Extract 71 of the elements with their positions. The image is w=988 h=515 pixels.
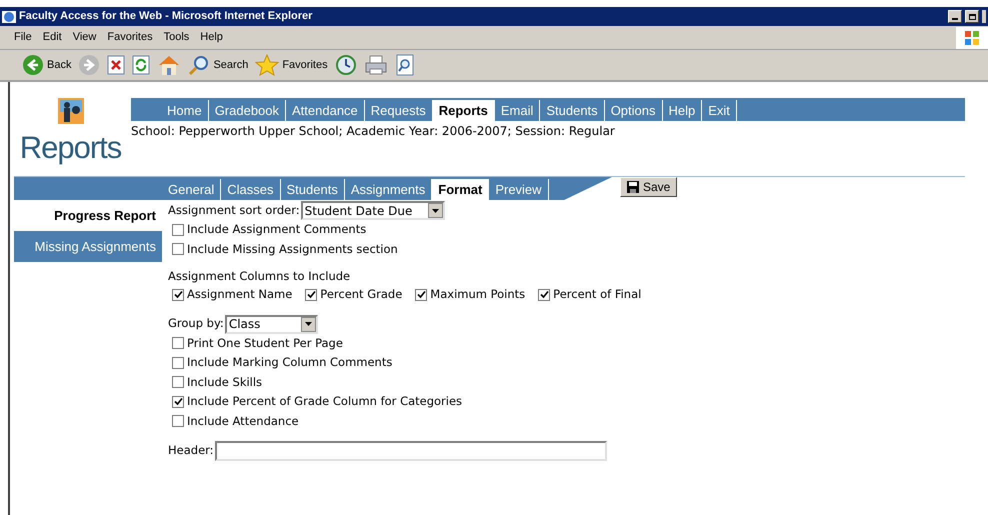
sidebar-item[interactable]: Missing Assignments (14, 231, 162, 262)
save-button[interactable]: Save (620, 177, 678, 197)
search-button[interactable]: Search (188, 54, 248, 76)
reports-logo-icon (58, 98, 84, 124)
checkbox-label: Maximum Points (430, 286, 526, 304)
nav-tab[interactable]: Attendance (286, 100, 365, 121)
nav-tab[interactable]: Help (662, 100, 702, 121)
page-title: Reports (20, 130, 122, 166)
window-title: Faculty Access for the Web - Microsoft Internet Explorer (19, 9, 314, 24)
refresh-icon[interactable] (132, 55, 150, 75)
sub-tab[interactable]: Students (280, 179, 345, 200)
checkbox-label: Percent of Final (553, 286, 642, 304)
checkbox[interactable] (172, 337, 184, 350)
checkbox[interactable] (538, 288, 550, 301)
star-icon[interactable] (255, 54, 280, 76)
nav-tab[interactable]: Email (494, 100, 540, 121)
checkbox[interactable] (172, 356, 184, 369)
checkbox[interactable] (415, 288, 428, 301)
nav-tab[interactable]: Students (540, 100, 605, 121)
checkbox-label: Include Skills (187, 374, 262, 391)
checkbox-label: Include Marking Column Comments (187, 354, 392, 372)
menu-item[interactable]: File (14, 29, 32, 46)
menu-item[interactable]: View (72, 29, 96, 46)
nav-tab[interactable]: Exit (702, 100, 737, 121)
nav-tab[interactable]: Reports (432, 100, 495, 121)
checkbox[interactable] (172, 396, 184, 408)
printer-icon[interactable] (364, 54, 388, 76)
sub-tab[interactable]: Preview (489, 179, 549, 200)
minimize-button[interactable] (948, 10, 962, 23)
checkbox[interactable] (172, 288, 184, 301)
checkbox-label: Assignment Name (187, 286, 292, 304)
menu-item[interactable]: Favorites (107, 29, 153, 46)
sub-tab[interactable]: Classes (221, 179, 280, 200)
browser-icon (2, 10, 16, 24)
sub-tab[interactable]: General (162, 179, 222, 200)
select-field[interactable]: Class (224, 314, 318, 334)
select-field[interactable]: Student Date Due (300, 201, 445, 220)
checkbox[interactable] (305, 288, 318, 301)
checkbox-label: Include Attendance (187, 412, 299, 430)
restore-button[interactable] (965, 10, 979, 23)
stop-icon[interactable] (107, 55, 126, 75)
group-by-label: Group by: (168, 315, 224, 332)
windows-logo-icon (956, 26, 988, 48)
sub-tab[interactable]: Format (432, 179, 490, 200)
checkbox-label: Include Percent of Grade Column for Categories (187, 393, 462, 410)
sort-order-label: Assignment sort order: (168, 202, 300, 219)
print-preview-icon[interactable] (394, 54, 415, 76)
menu-item[interactable]: Help (200, 29, 223, 46)
checkbox[interactable] (172, 376, 184, 388)
menu-item[interactable]: Tools (164, 29, 190, 46)
nav-tab[interactable]: Options (604, 100, 662, 121)
checkbox-label: Print One Student Per Page (187, 334, 343, 352)
checkbox[interactable] (172, 224, 184, 236)
header-label: Header: (168, 442, 214, 460)
menu-item[interactable]: Edit (42, 29, 62, 46)
checkbox[interactable] (172, 243, 184, 256)
checkbox-label: Percent Grade (320, 286, 402, 304)
nav-tab[interactable]: Home (161, 100, 209, 121)
checkbox-label: Include Missing Assignments section (187, 240, 398, 258)
home-icon[interactable] (157, 54, 182, 76)
nav-tab[interactable]: Gradebook (208, 100, 286, 121)
sidebar-item[interactable]: Progress Report (14, 200, 162, 231)
school-info: School: Pepperworth Upper School; Academic Year: 2006-2007; Session: Regular (131, 123, 616, 140)
search-icon[interactable] (188, 54, 210, 76)
header-input-field[interactable] (214, 441, 607, 461)
history-icon[interactable] (334, 54, 357, 76)
checkbox[interactable] (172, 415, 184, 428)
section-heading: Assignment Columns to Include (168, 268, 352, 285)
back-button[interactable]: Back (22, 54, 72, 76)
favorites-button[interactable]: Favorites (255, 54, 328, 76)
checkbox-label: Include Assignment Comments (187, 221, 366, 238)
